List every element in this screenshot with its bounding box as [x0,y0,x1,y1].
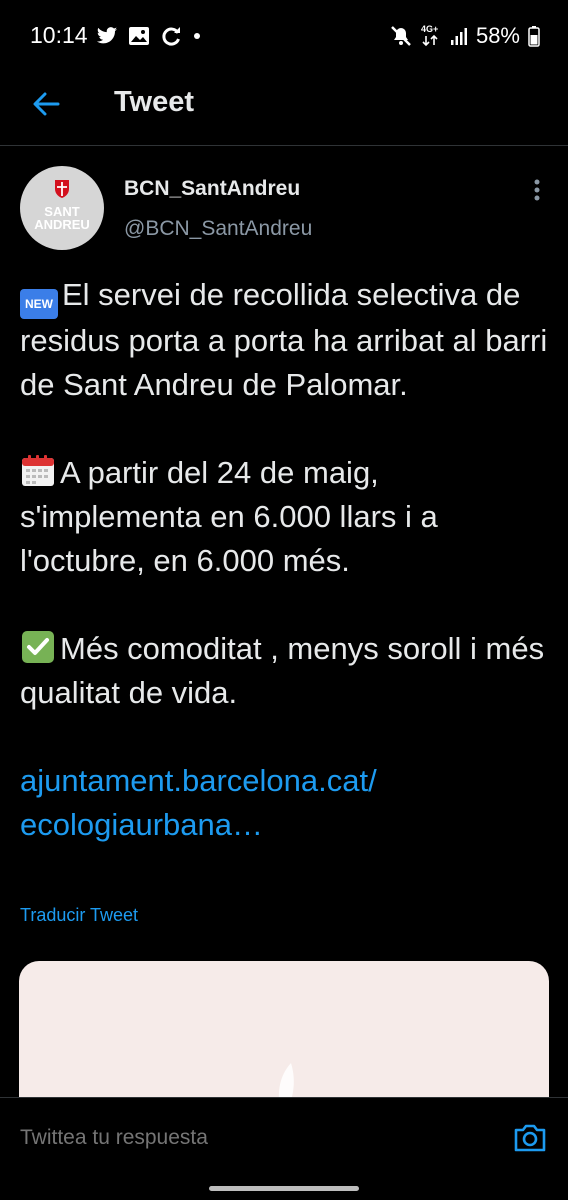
battery-icon [528,26,540,47]
dot-icon [194,33,200,39]
author-handle[interactable]: @BCN_SantAndreu [124,217,312,241]
author-display-name[interactable]: BCN_SantAndreu [124,177,300,201]
mute-icon [391,26,411,46]
top-app-bar: Tweet [0,70,568,146]
status-notification-icons [96,22,202,50]
network-icon: 4G+ [421,24,438,47]
more-vertical-icon [534,179,540,201]
sync-icon [162,27,180,46]
tweet-paragraph-1: NEW El servei de recollida selectiva de r… [20,277,548,402]
gallery-icon [129,27,149,45]
reply-input[interactable] [20,1126,480,1150]
twitter-icon [96,27,118,44]
status-system-icons: 4G+ 58% [390,22,540,50]
tweet-paragraph-2: A partir del 24 de maig, s'implementa en… [20,455,438,578]
status-time: 10:14 [30,22,88,48]
check-mark-emoji-icon [22,631,54,663]
back-button[interactable] [26,84,66,124]
reply-bar [0,1097,568,1200]
status-bar: 10:14 4G+ 58% [0,0,568,70]
svg-text:4G+: 4G+ [421,24,438,34]
shield-icon [55,180,69,198]
camera-icon [514,1124,546,1152]
more-options-button[interactable] [526,176,548,204]
signal-icon [450,28,467,45]
new-emoji-icon: NEW [20,289,58,319]
page-title: Tweet [114,86,195,118]
avatar[interactable]: SANT ANDREU [20,166,104,250]
tweet-text: NEW El servei de recollida selectiva de r… [20,273,548,847]
camera-button[interactable] [512,1120,548,1156]
home-indicator[interactable] [209,1186,359,1191]
battery-percent: 58% [475,23,520,48]
translate-tweet-link[interactable]: Traducir Tweet [20,905,138,926]
calendar-emoji-icon [22,455,54,486]
arrow-left-icon [33,92,60,116]
tweet-link[interactable]: ajuntament.barcelona.cat/ ecologiaurbana… [20,759,548,847]
tweet-paragraph-3: Més comoditat , menys soroll i més quali… [20,631,545,710]
avatar-label: SANT ANDREU [34,204,90,232]
